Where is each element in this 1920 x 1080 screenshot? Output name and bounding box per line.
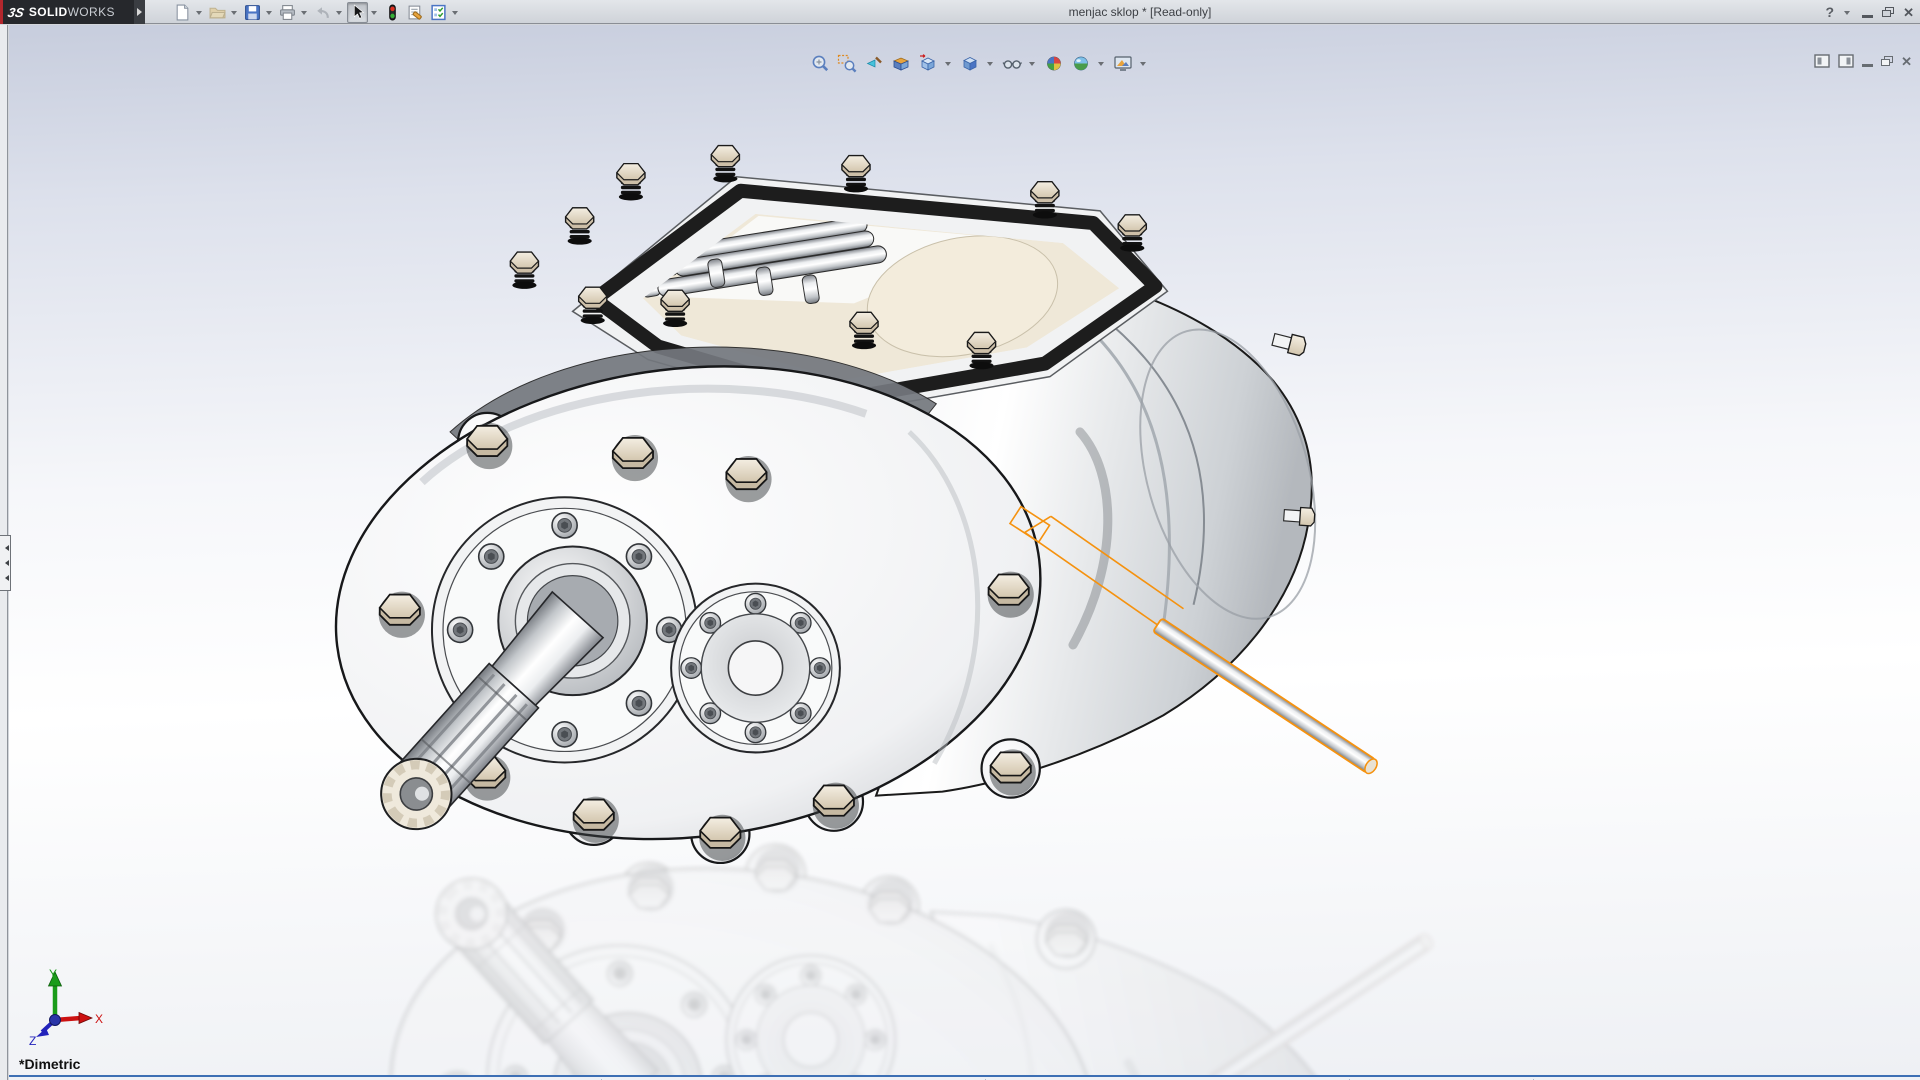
help-button[interactable]: ? xyxy=(1826,4,1835,20)
scene-ball-icon xyxy=(1071,54,1091,73)
view-orientation-button[interactable] xyxy=(917,53,939,73)
document-title: menjac sklop * [Read-only] xyxy=(1069,0,1212,24)
close-button[interactable]: ✕ xyxy=(1903,6,1914,19)
display-style-button[interactable] xyxy=(959,53,981,73)
x-axis-label: X xyxy=(95,1012,103,1026)
collapse-right-pane-icon[interactable] xyxy=(1838,54,1854,68)
logo-accent xyxy=(0,0,3,24)
printer-icon xyxy=(279,4,296,21)
graphics-viewport[interactable]: ✕ xyxy=(9,25,1920,1080)
gearbox-assembly[interactable] xyxy=(309,146,1380,879)
print-button[interactable] xyxy=(277,2,298,23)
apply-scene-button[interactable] xyxy=(1070,53,1092,73)
undo-arrow-icon xyxy=(314,4,331,21)
secondary-flange[interactable] xyxy=(671,584,840,753)
select-tool-button[interactable] xyxy=(347,2,368,23)
undo-button[interactable] xyxy=(312,2,333,23)
options-checklist-button[interactable] xyxy=(428,2,449,23)
menu-expand-arrow[interactable] xyxy=(134,0,145,24)
reference-triad: Y X Z xyxy=(21,964,105,1046)
checklist-icon xyxy=(430,4,447,21)
view-settings-caret[interactable] xyxy=(1140,62,1146,69)
zoom-to-area-button[interactable] xyxy=(836,53,858,73)
design-binder-button[interactable] xyxy=(405,2,426,23)
display-style-caret[interactable] xyxy=(987,62,993,69)
x-axis-arrow xyxy=(79,1013,92,1024)
logo-solid: SOLID xyxy=(29,5,68,19)
select-cursor-icon xyxy=(349,4,366,21)
triad-origin xyxy=(50,1015,61,1026)
appearance-ball-icon xyxy=(1044,54,1064,73)
section-view-icon xyxy=(891,54,911,73)
hide-show-items-caret[interactable] xyxy=(1029,62,1035,69)
y-axis-label: Y xyxy=(49,967,57,981)
document-window-controls: ✕ xyxy=(1814,54,1912,68)
featuremanager-collapsed-tab[interactable] xyxy=(0,535,11,591)
zoom-to-fit-button[interactable] xyxy=(809,53,831,73)
undo-dropdown-caret[interactable] xyxy=(336,11,342,18)
model-reflection xyxy=(364,830,1435,1080)
zoom-to-fit-icon xyxy=(810,54,830,73)
logo-works: WORKS xyxy=(68,5,115,19)
help-dropdown-caret[interactable] xyxy=(1844,11,1850,18)
headsup-view-toolbar xyxy=(809,53,1149,73)
new-document-button[interactable] xyxy=(172,2,193,23)
traffic-light-icon xyxy=(384,4,401,21)
zoom-to-area-icon xyxy=(837,54,857,73)
traffic-light-button[interactable] xyxy=(382,2,403,23)
minimize-button[interactable] xyxy=(1862,15,1873,18)
save-dropdown-caret[interactable] xyxy=(266,11,272,18)
window-controls: ? ✕ xyxy=(1826,0,1914,24)
open-document-button[interactable] xyxy=(207,2,228,23)
previous-view-button[interactable] xyxy=(863,53,885,73)
view-orientation-label: *Dimetric xyxy=(19,1056,80,1072)
view-orientation-caret[interactable] xyxy=(945,62,951,69)
restore-document-button[interactable] xyxy=(1881,56,1893,66)
section-view-button[interactable] xyxy=(890,53,912,73)
collapse-left-pane-icon[interactable] xyxy=(1814,54,1830,68)
new-dropdown-caret[interactable] xyxy=(196,11,202,18)
solidworks-logo: 3S SOLIDWORKS xyxy=(0,0,134,24)
eyeglasses-icon xyxy=(1002,54,1022,73)
open-dropdown-caret[interactable] xyxy=(231,11,237,18)
select-dropdown-caret[interactable] xyxy=(371,11,377,18)
view-orientation-icon xyxy=(918,54,938,73)
hide-show-items-button[interactable] xyxy=(1001,53,1023,73)
logo-3s-mark: 3S xyxy=(6,5,25,20)
previous-view-icon xyxy=(864,54,884,73)
save-button[interactable] xyxy=(242,2,263,23)
close-document-button[interactable]: ✕ xyxy=(1901,55,1912,68)
titlebar: 3S SOLIDWORKS xyxy=(0,0,1920,24)
new-document-icon xyxy=(174,4,191,21)
options-dropdown-caret[interactable] xyxy=(452,11,458,18)
z-axis-label: Z xyxy=(29,1034,36,1046)
apply-scene-caret[interactable] xyxy=(1098,62,1104,69)
status-bar xyxy=(9,1075,1920,1080)
restore-button[interactable] xyxy=(1882,7,1894,17)
solidworks-window: 3S SOLIDWORKS xyxy=(0,0,1920,1080)
gearbox-model[interactable] xyxy=(9,25,1920,1080)
drum-lug-bolt[interactable] xyxy=(1271,330,1307,356)
view-settings-button[interactable] xyxy=(1112,53,1134,73)
display-style-icon xyxy=(960,54,980,73)
print-dropdown-caret[interactable] xyxy=(301,11,307,18)
minimize-document-button[interactable] xyxy=(1862,64,1873,67)
view-settings-icon xyxy=(1113,54,1133,73)
edit-appearance-button[interactable] xyxy=(1043,53,1065,73)
main-toolbar xyxy=(172,0,461,24)
design-binder-icon xyxy=(407,4,424,21)
open-folder-icon xyxy=(209,4,226,21)
save-floppy-icon xyxy=(244,4,261,21)
